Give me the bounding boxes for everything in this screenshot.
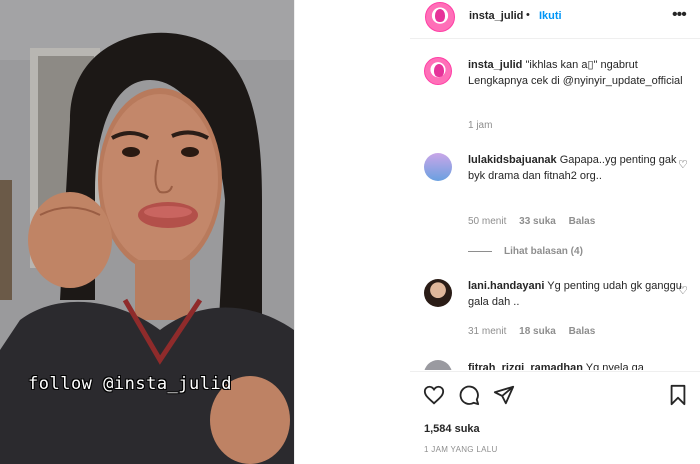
caption-text-block: insta_julid "ikhlas kan a▯" ngabrut Leng… [468, 57, 686, 89]
post-video-frame [0, 0, 294, 464]
comment-time: 31 menit [468, 326, 507, 337]
commenter-avatar[interactable] [424, 279, 452, 307]
post-timestamp[interactable]: 1 JAM YANG LALU [424, 445, 498, 454]
comment-text-block: lani.handayani Yg penting udah gk ganggu… [468, 278, 686, 310]
reply-button[interactable]: Balas [569, 216, 596, 227]
comment-text-block: lulakidsbajuanak Gapapa..yg penting gak … [468, 152, 686, 184]
caption-time: 1 jam [468, 120, 493, 131]
likes-count[interactable]: 1,584 suka [424, 423, 480, 435]
header-divider [410, 38, 700, 39]
comment-icon[interactable] [458, 384, 480, 406]
comment-username[interactable]: fitrah_rizqi_ramadhan [468, 362, 583, 370]
caption-username[interactable]: insta_julid [468, 59, 522, 71]
heart-icon[interactable] [423, 384, 445, 406]
comment-text: Yg nyela ga [585, 362, 644, 370]
bookmark-icon[interactable] [668, 384, 688, 406]
send-icon[interactable] [493, 384, 515, 406]
separator-dot: • [526, 9, 530, 21]
caption-meta: 1 jam [468, 120, 502, 131]
comment-text-block: fitrah_rizqi_ramadhan Yg nyela ga [468, 360, 686, 370]
comments-list[interactable]: insta_julid "ikhlas kan a▯" ngabrut Leng… [410, 40, 700, 370]
comment-like-heart-icon[interactable]: ♡ [678, 284, 688, 297]
author-username[interactable]: insta_julid [469, 10, 523, 22]
comment-username[interactable]: lani.handayani [468, 280, 544, 292]
view-replies-button[interactable]: Lihat balasan (4) [468, 246, 583, 257]
comment-username[interactable]: lulakidsbajuanak [468, 154, 557, 166]
comment-meta: 50 menit 33 suka Balas [468, 216, 605, 227]
commenter-avatar[interactable] [424, 153, 452, 181]
comment-likes[interactable]: 33 suka [519, 216, 556, 227]
replies-line [468, 250, 492, 252]
author-avatar[interactable] [425, 2, 455, 32]
reply-button[interactable]: Balas [569, 326, 596, 337]
view-replies-label: Lihat balasan (4) [504, 246, 583, 257]
post-media[interactable]: follow @insta_julid [0, 0, 294, 464]
caption-avatar[interactable] [424, 57, 452, 85]
follow-button[interactable]: Ikuti [539, 10, 562, 22]
commenter-avatar[interactable] [424, 360, 452, 370]
video-overlay-caption: follow @insta_julid [28, 374, 232, 394]
comment-time: 50 menit [468, 216, 507, 227]
more-options-icon[interactable]: ••• [672, 6, 687, 24]
comment-like-heart-icon[interactable]: ♡ [678, 158, 688, 171]
comment-meta: 31 menit 18 suka Balas [468, 326, 605, 337]
post-header: insta_julid • Ikuti ••• [295, 0, 700, 34]
comment-likes[interactable]: 18 suka [519, 326, 556, 337]
post-actions-bar: 1,584 suka 1 JAM YANG LALU [410, 371, 700, 464]
